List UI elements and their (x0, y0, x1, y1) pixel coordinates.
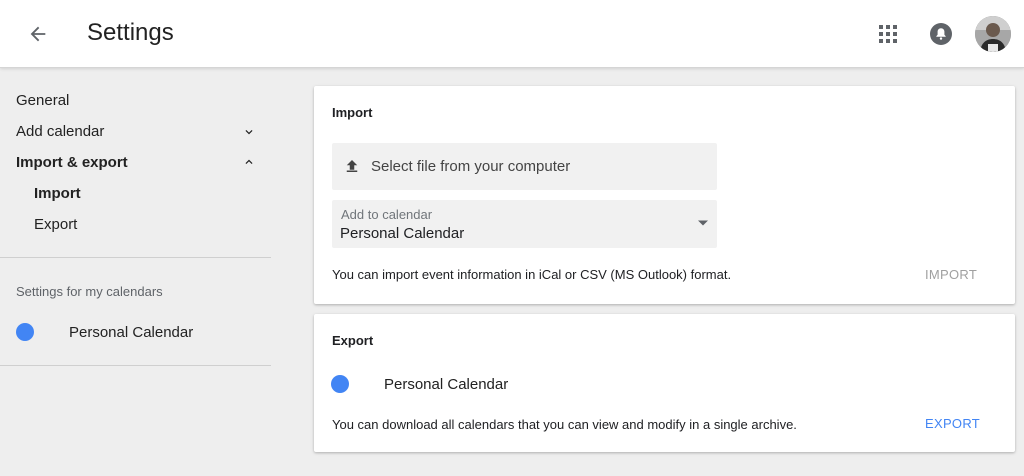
import-card-title: Import (332, 105, 373, 120)
notifications-button[interactable] (926, 19, 956, 49)
profile-photo (975, 16, 1011, 52)
chevron-down-icon[interactable] (240, 123, 258, 141)
upload-icon (346, 160, 358, 172)
chevron-up-icon[interactable] (240, 153, 258, 171)
select-file-button[interactable]: Select file from your computer (332, 143, 717, 190)
import-card: Import Select file from your computer Ad… (314, 86, 1015, 304)
sidebar-divider (0, 257, 271, 258)
sidebar-item-add-calendar[interactable]: Add calendar (16, 123, 104, 140)
calendar-color-dot (16, 323, 34, 341)
my-calendars-section-label: Settings for my calendars (16, 284, 163, 299)
dropdown-caret-icon (698, 220, 708, 226)
import-hint-text: You can import event information in iCal… (332, 267, 732, 282)
sidebar-divider-bottom (0, 365, 271, 366)
settings-sidebar: General Add calendar Import & export Imp… (0, 68, 271, 476)
page-title: Settings (87, 19, 174, 46)
export-calendar-color-dot (331, 375, 349, 393)
back-button[interactable] (22, 18, 54, 50)
top-app-bar: Settings (0, 0, 1024, 68)
sidebar-item-import-export[interactable]: Import & export (16, 154, 128, 171)
sidebar-subitem-import[interactable]: Import (34, 185, 81, 202)
sidebar-calendar-personal[interactable]: Personal Calendar (69, 324, 193, 341)
add-to-calendar-select[interactable]: Add to calendar Personal Calendar (332, 200, 717, 248)
sidebar-subitem-export[interactable]: Export (34, 216, 77, 233)
export-card-title: Export (332, 333, 374, 348)
apps-button[interactable] (874, 20, 902, 48)
select-file-label: Select file from your computer (371, 158, 571, 175)
export-calendar-name: Personal Calendar (384, 376, 509, 393)
apps-grid-icon (879, 25, 897, 43)
arrow-left-icon (30, 26, 46, 42)
export-hint-text: You can download all calendars that you … (332, 417, 797, 432)
import-button[interactable]: IMPORT (925, 267, 977, 282)
select-floating-label: Add to calendar (341, 207, 433, 222)
export-card: Export Personal Calendar You can downloa… (314, 314, 1015, 452)
account-avatar[interactable] (975, 16, 1011, 52)
bell-icon (930, 23, 952, 45)
select-value: Personal Calendar (340, 225, 465, 242)
export-button[interactable]: EXPORT (925, 416, 980, 431)
sidebar-item-general[interactable]: General (16, 92, 69, 109)
